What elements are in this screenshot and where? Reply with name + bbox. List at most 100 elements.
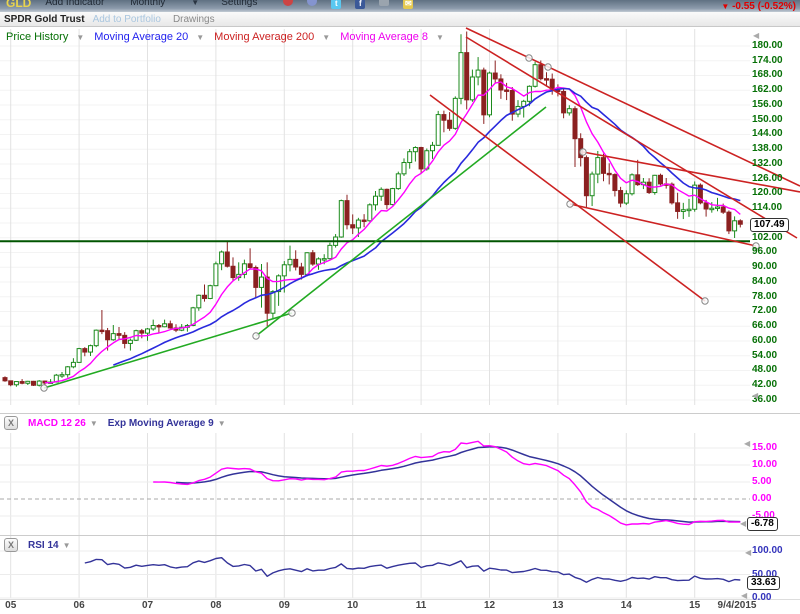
chevron-down-icon[interactable]: ▼: [76, 33, 84, 42]
axis-tick-label: 9/4/2015: [712, 600, 762, 611]
add-to-portfolio-link[interactable]: Add to Portfolio: [93, 14, 161, 25]
drawings-button[interactable]: Drawings: [173, 14, 215, 25]
down-arrow-icon: ▼: [721, 2, 729, 11]
macd-line: [153, 441, 740, 525]
macd-panel-header: X MACD 12 26 ▼ Exp Moving Average 9 ▼: [4, 416, 236, 430]
axis-tick-label: 15: [675, 600, 715, 611]
axis-scroll-arrow[interactable]: ◀: [745, 548, 751, 557]
share-icons: t f ✉: [283, 0, 427, 9]
twitter-icon[interactable]: t: [331, 0, 341, 9]
panel-separator: [0, 413, 800, 414]
drawing-handle[interactable]: [253, 333, 259, 339]
axis-tick-label: 11: [401, 600, 441, 611]
symbol-bar: SPDR Gold Trust Add to Portfolio Drawing…: [0, 12, 800, 27]
axis-tick-label: 102.00: [752, 232, 798, 243]
overlay-20-line: [113, 89, 740, 366]
axis-tick-label: 5.00: [752, 476, 798, 487]
quote-change: ▼ -0.55 (-0.52%): [721, 1, 796, 12]
rsi-gridlines: [0, 536, 750, 598]
alert-icon[interactable]: [283, 0, 293, 6]
rsi-label[interactable]: RSI 14: [28, 540, 59, 551]
axis-tick-label: 15.00: [752, 442, 798, 453]
axis-tick-label: 08: [196, 600, 236, 611]
axis-tick-label: 14: [606, 600, 646, 611]
interval-select[interactable]: Monthly: [130, 0, 165, 8]
axis-tick-label: 10: [333, 600, 373, 611]
last-price-box: 107.49: [750, 218, 789, 232]
axis-tick-label: 60.00: [752, 335, 798, 346]
share-icon[interactable]: [307, 0, 317, 6]
axis-tick-label: 150.00: [752, 114, 798, 125]
email-icon[interactable]: ✉: [403, 0, 413, 9]
linkedin-icon[interactable]: [379, 0, 389, 6]
chevron-down-icon[interactable]: ▼: [90, 419, 98, 428]
legend-price-history[interactable]: Price History: [6, 31, 68, 43]
chevron-down-icon[interactable]: ▼: [63, 541, 71, 550]
axis-tick-label: 78.00: [752, 291, 798, 302]
green-trendline-2[interactable]: [256, 107, 546, 336]
drawing-handle[interactable]: [41, 385, 47, 391]
close-rsi-button[interactable]: X: [4, 538, 18, 552]
drawing-handle[interactable]: [545, 64, 551, 70]
drawing-handle[interactable]: [580, 149, 586, 155]
add-indicator-button[interactable]: Add Indicator: [45, 0, 104, 8]
axis-tick-label: 13: [538, 600, 578, 611]
axis-tick-label: 90.00: [752, 261, 798, 272]
rsi-line: [85, 558, 741, 583]
axis-tick-label: 174.00: [752, 55, 798, 66]
axis-tick-label: 54.00: [752, 350, 798, 361]
macd-value-box: -6.78: [747, 517, 778, 531]
gld-logo: GLD: [6, 0, 31, 10]
axis-tick-label: 05: [0, 600, 31, 611]
axis-tick-label: 168.00: [752, 69, 798, 80]
rsi-chart-canvas[interactable]: [0, 536, 800, 599]
settings-button[interactable]: Settings: [221, 0, 257, 8]
axis-scroll-arrow[interactable]: ◀: [744, 439, 750, 448]
axis-tick-label: 126.00: [752, 173, 798, 184]
chevron-down-icon[interactable]: ▼: [436, 33, 444, 42]
axis-tick-label: 180.00: [752, 40, 798, 51]
axis-tick-label: 72.00: [752, 305, 798, 316]
axis-tick-label: 36.00: [752, 394, 798, 405]
macd-signal-label[interactable]: Exp Moving Average 9: [108, 418, 214, 429]
axis-tick-label: 84.00: [752, 276, 798, 287]
axis-tick-label: 42.00: [752, 379, 798, 390]
drawing-handle[interactable]: [702, 298, 708, 304]
macd-signal-line: [176, 447, 740, 522]
axis-tick-label: 0.00: [752, 493, 798, 504]
axis-scroll-arrow[interactable]: ◀: [740, 519, 746, 528]
legend-moving-average-8[interactable]: Moving Average 8: [340, 31, 428, 43]
rsi-value-box: 33.63: [747, 576, 780, 590]
facebook-icon[interactable]: f: [355, 0, 365, 9]
axis-tick-label: 12: [470, 600, 510, 611]
trendline-drawings[interactable]: [41, 28, 800, 391]
price-chart-canvas[interactable]: [0, 27, 800, 414]
macd-chart-canvas[interactable]: [0, 433, 800, 535]
interval-caret-icon[interactable]: ▼: [191, 0, 199, 7]
close-macd-button[interactable]: X: [4, 416, 18, 430]
axis-tick-label: 162.00: [752, 84, 798, 95]
chevron-down-icon[interactable]: ▼: [196, 33, 204, 42]
chevron-down-icon[interactable]: ▼: [218, 419, 226, 428]
axis-scroll-arrow[interactable]: ◀: [741, 591, 747, 600]
axis-scroll-arrow[interactable]: ◀: [752, 391, 758, 400]
axis-tick-label: 06: [59, 600, 99, 611]
macd-label[interactable]: MACD 12 26: [28, 418, 86, 429]
axis-tick-label: 120.00: [752, 187, 798, 198]
axis-tick-label: 10.00: [752, 459, 798, 470]
macd-gridlines: [0, 433, 750, 535]
axis-tick-label: 144.00: [752, 128, 798, 139]
axis-tick-label: 114.00: [752, 202, 798, 213]
candles-group: [3, 31, 742, 386]
chevron-down-icon[interactable]: ▼: [322, 33, 330, 42]
axis-scroll-arrow[interactable]: ◀: [753, 31, 759, 40]
legend-moving-average-200[interactable]: Moving Average 200: [214, 31, 314, 43]
drawing-handle[interactable]: [289, 310, 295, 316]
axis-tick-label: 100.00: [752, 545, 798, 556]
red-trendline-low[interactable]: [430, 95, 705, 301]
axis-tick-label: 138.00: [752, 143, 798, 154]
legend-moving-average-20[interactable]: Moving Average 20: [94, 31, 188, 43]
axis-tick-label: 66.00: [752, 320, 798, 331]
top-toolbar: GLD Add Indicator Monthly ▼ Settings t f ✉…: [0, 0, 800, 12]
drawing-handle[interactable]: [526, 55, 532, 61]
